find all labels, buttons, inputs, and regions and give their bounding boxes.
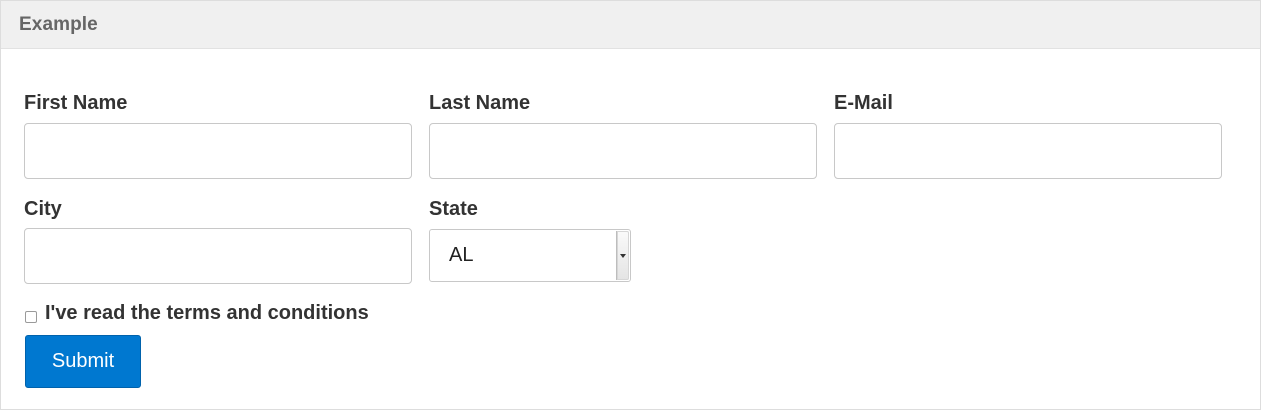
example-panel: Example First Name Last Name E-Mail City… bbox=[0, 0, 1261, 410]
first-name-label: First Name bbox=[24, 92, 128, 114]
terms-checkbox[interactable] bbox=[25, 310, 37, 323]
state-select[interactable]: AL bbox=[429, 229, 631, 282]
select-stepper-icon[interactable] bbox=[616, 231, 629, 280]
last-name-label: Last Name bbox=[429, 92, 531, 114]
email-input[interactable] bbox=[834, 123, 1222, 179]
last-name-input[interactable] bbox=[429, 123, 817, 179]
terms-row: I've read the terms and conditions bbox=[25, 302, 369, 325]
first-name-input[interactable] bbox=[24, 123, 412, 179]
panel-header: Example bbox=[1, 1, 1260, 49]
terms-label[interactable]: I've read the terms and conditions bbox=[45, 302, 369, 325]
state-label: State bbox=[429, 198, 478, 220]
chevron-down-icon bbox=[620, 253, 626, 258]
email-label: E-Mail bbox=[834, 92, 893, 114]
city-label: City bbox=[24, 198, 62, 220]
submit-button[interactable]: Submit bbox=[25, 335, 141, 388]
panel-title: Example bbox=[19, 13, 98, 35]
city-input[interactable] bbox=[24, 228, 412, 284]
state-selected-value: AL bbox=[449, 244, 474, 266]
